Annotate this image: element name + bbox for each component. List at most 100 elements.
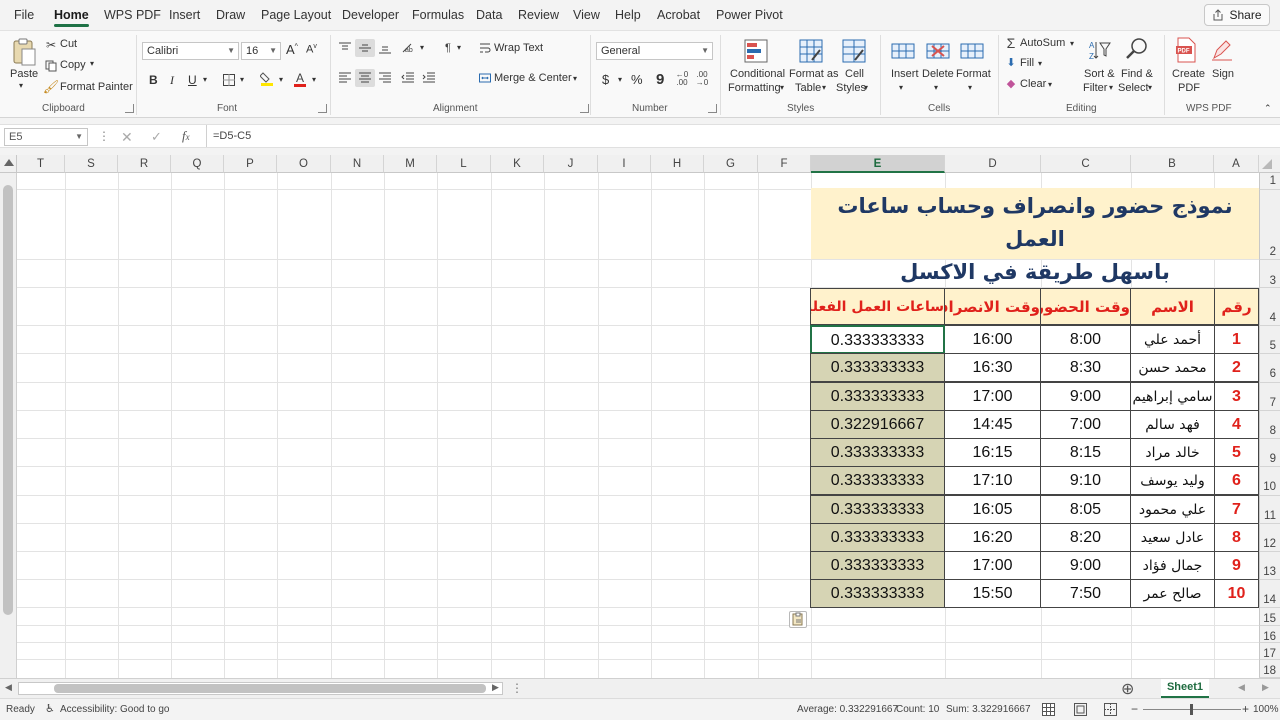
copy-button[interactable]: Copy — [60, 59, 86, 71]
cell-name[interactable]: عادل سعيد — [1130, 523, 1215, 552]
scroll-up-icon[interactable] — [4, 159, 14, 166]
align-right-icon[interactable] — [377, 71, 393, 85]
align-top-icon[interactable] — [337, 41, 353, 55]
cell-num[interactable]: 4 — [1214, 410, 1259, 439]
cell-work-hours[interactable]: 0.333333333 — [810, 438, 945, 467]
enter-check-icon[interactable]: ✓ — [151, 129, 162, 145]
format-painter-button[interactable]: Format Painter — [60, 81, 133, 93]
more-options-icon[interactable]: ⋮ — [98, 129, 110, 143]
column-header[interactable]: L — [437, 155, 491, 173]
column-header[interactable]: J — [544, 155, 598, 173]
cell-time-out[interactable]: 17:00 — [944, 551, 1041, 580]
header-time-out[interactable]: وقت الانصراف — [944, 288, 1041, 325]
row-header[interactable]: 14 — [1259, 580, 1280, 608]
header-work-hours[interactable]: ساعات العمل الفعلية — [810, 288, 945, 325]
cell-styles-button[interactable]: Styles — [836, 81, 866, 95]
paste-options-icon[interactable] — [789, 611, 807, 628]
menu-view[interactable]: View — [573, 8, 600, 22]
column-header[interactable]: K — [491, 155, 544, 173]
copy-dropdown-icon[interactable]: ▾ — [90, 59, 94, 68]
wrap-text-button[interactable]: Wrap Text — [494, 42, 543, 54]
cell-num[interactable]: 10 — [1214, 579, 1259, 608]
increase-font-icon[interactable]: A^ — [286, 42, 298, 57]
sheet-nav-right-icon[interactable]: ▶ — [1262, 682, 1269, 693]
rtl-direction-icon[interactable]: ¶ — [440, 41, 456, 55]
find-select-button[interactable]: Select — [1118, 81, 1149, 95]
cell-name[interactable]: علي محمود — [1130, 495, 1215, 524]
cell-name[interactable]: أحمد علي — [1130, 325, 1215, 354]
borders-dropdown-icon[interactable]: ▾ — [240, 75, 244, 84]
row-header[interactable]: 17 — [1259, 643, 1280, 660]
cell-time-in[interactable]: 9:10 — [1040, 466, 1131, 495]
underline-button[interactable]: U — [188, 73, 197, 87]
find-select-label[interactable]: Find & — [1121, 67, 1153, 81]
cancel-icon[interactable]: ✕ — [121, 129, 133, 146]
font-color-dropdown-icon[interactable]: ▾ — [312, 75, 316, 84]
paste-dropdown-icon[interactable]: ▾ — [19, 81, 23, 90]
cell-name[interactable]: جمال فؤاد — [1130, 551, 1215, 580]
horizontal-scrollbar-thumb[interactable] — [54, 684, 486, 693]
menu-home[interactable]: Home — [54, 8, 89, 27]
column-header[interactable]: M — [384, 155, 437, 173]
column-header-selected[interactable]: E — [811, 155, 945, 173]
sign-button[interactable]: Sign — [1212, 67, 1234, 81]
menu-insert[interactable]: Insert — [169, 8, 200, 22]
column-header[interactable]: N — [331, 155, 384, 173]
row-header[interactable]: 7 — [1259, 383, 1280, 411]
menu-page-layout[interactable]: Page Layout — [261, 8, 331, 22]
font-name-combo[interactable]: Calibri ▼ — [142, 42, 239, 60]
merge-dropdown-icon[interactable]: ▾ — [573, 74, 577, 83]
column-header[interactable]: T — [17, 155, 65, 173]
row-header[interactable]: 3 — [1259, 260, 1280, 288]
row-header[interactable]: 9 — [1259, 439, 1280, 467]
row-header[interactable]: 1 — [1259, 173, 1280, 190]
font-launcher-icon[interactable] — [318, 104, 327, 113]
merge-center-button[interactable]: Merge & Center — [494, 72, 572, 84]
menu-wps-pdf[interactable]: WPS PDF — [104, 8, 161, 22]
cell-work-hours[interactable]: 0.333333333 — [810, 382, 945, 411]
italic-button[interactable]: I — [170, 73, 174, 88]
column-header[interactable]: D — [945, 155, 1041, 173]
column-header[interactable]: B — [1131, 155, 1214, 173]
alignment-launcher-icon[interactable] — [580, 104, 589, 113]
cell-num[interactable]: 6 — [1214, 466, 1259, 495]
row-header[interactable]: 16 — [1259, 626, 1280, 643]
cut-button[interactable]: Cut — [60, 38, 77, 50]
clipboard-launcher-icon[interactable] — [125, 104, 134, 113]
number-format-combo[interactable]: General ▼ — [596, 42, 713, 60]
cell-num[interactable]: 2 — [1214, 353, 1259, 382]
average-readout[interactable]: Average: 0.332291667 — [797, 704, 898, 715]
create-pdf-label[interactable]: Create — [1172, 67, 1205, 81]
cell-time-out[interactable]: 17:00 — [944, 382, 1041, 411]
row-header[interactable]: 11 — [1259, 496, 1280, 524]
scroll-right-icon[interactable]: ▶ — [492, 682, 499, 693]
fill-color-dropdown-icon[interactable]: ▾ — [279, 75, 283, 84]
sheet-nav-left-icon[interactable]: ◀ — [1238, 682, 1245, 693]
sheet-title[interactable]: نموذج حضور وانصراف وحساب ساعات العمل باس… — [811, 188, 1259, 284]
row-header[interactable]: 8 — [1259, 411, 1280, 439]
column-header[interactable]: O — [277, 155, 331, 173]
menu-developer[interactable]: Developer — [342, 8, 399, 22]
format-as-table-button[interactable]: Table — [795, 81, 821, 95]
sum-readout[interactable]: Sum: 3.322916667 — [946, 704, 1031, 715]
orientation-dropdown-icon[interactable]: ▾ — [420, 43, 424, 52]
font-size-combo[interactable]: 16 ▼ — [241, 42, 281, 60]
currency-button[interactable]: $ — [602, 72, 609, 87]
cell-name[interactable]: سامي إبراهيم — [1130, 382, 1215, 411]
cell-time-out[interactable]: 15:50 — [944, 579, 1041, 608]
share-button[interactable]: Share — [1204, 4, 1270, 26]
column-header[interactable]: H — [651, 155, 704, 173]
cell-name[interactable]: خالد مراد — [1130, 438, 1215, 467]
cell-time-in[interactable]: 8:00 — [1040, 325, 1131, 354]
sort-filter-button[interactable]: Filter — [1083, 81, 1107, 95]
number-launcher-icon[interactable] — [708, 104, 717, 113]
paste-icon[interactable] — [10, 37, 38, 67]
cell-styles-label[interactable]: Cell — [845, 67, 864, 81]
column-header[interactable]: G — [704, 155, 758, 173]
align-middle-icon[interactable] — [355, 39, 375, 57]
menu-file[interactable]: File — [14, 8, 34, 22]
count-readout[interactable]: Count: 10 — [896, 704, 939, 715]
cell-work-hours[interactable]: 0.322916667 — [810, 410, 945, 439]
align-left-icon[interactable] — [337, 71, 353, 85]
sheet-tab[interactable]: Sheet1 — [1161, 679, 1209, 698]
